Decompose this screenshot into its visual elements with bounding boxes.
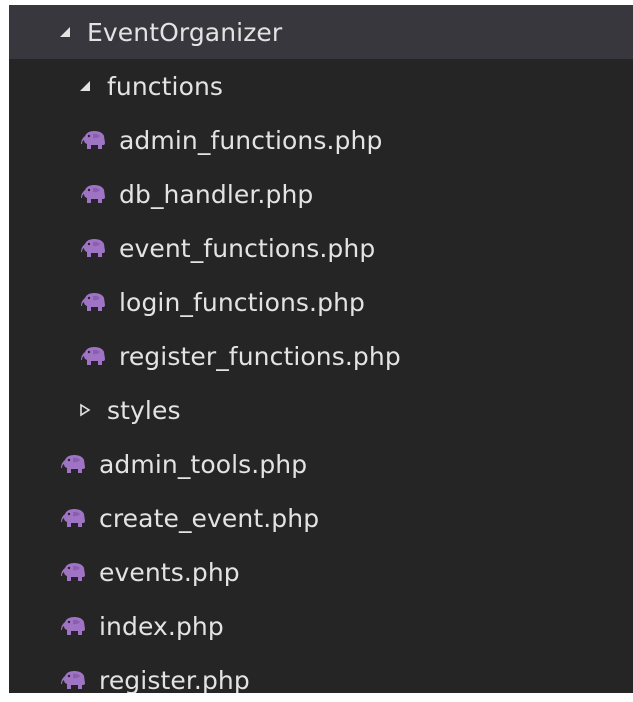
file-label: admin_tools.php	[99, 449, 308, 479]
tree-folder-styles[interactable]: styles	[9, 383, 633, 437]
tree-file-admin-tools[interactable]: admin_tools.php	[9, 437, 633, 491]
php-elephant-icon	[81, 292, 107, 312]
tree-file-events[interactable]: events.php	[9, 545, 633, 599]
php-elephant-icon	[61, 670, 87, 690]
tree-root-eventorganizer[interactable]: EventOrganizer	[9, 5, 633, 59]
php-elephant-icon	[61, 454, 87, 474]
php-elephant-icon	[61, 616, 87, 636]
tree-file-login-functions[interactable]: login_functions.php	[9, 275, 633, 329]
php-elephant-icon	[81, 346, 107, 366]
file-label: admin_functions.php	[119, 125, 383, 155]
file-label: events.php	[99, 557, 240, 587]
folder-label: functions	[107, 71, 224, 101]
expanded-triangle-icon[interactable]	[75, 76, 95, 96]
file-label: db_handler.php	[119, 179, 314, 209]
file-label: create_event.php	[99, 503, 320, 533]
tree-file-register-functions[interactable]: register_functions.php	[9, 329, 633, 383]
collapsed-triangle-icon[interactable]	[75, 400, 95, 420]
folder-label: EventOrganizer	[87, 17, 283, 47]
php-elephant-icon	[81, 184, 107, 204]
tree-file-register[interactable]: register.php	[9, 653, 633, 693]
expanded-triangle-icon[interactable]	[55, 22, 75, 42]
file-label: index.php	[99, 611, 224, 641]
file-explorer: EventOrganizer functions admin_functions…	[9, 5, 633, 693]
file-label: event_functions.php	[119, 233, 376, 263]
file-label: register_functions.php	[119, 341, 401, 371]
tree-file-db-handler[interactable]: db_handler.php	[9, 167, 633, 221]
folder-label: styles	[107, 395, 181, 425]
php-elephant-icon	[81, 238, 107, 258]
tree-file-event-functions[interactable]: event_functions.php	[9, 221, 633, 275]
file-label: login_functions.php	[119, 287, 365, 317]
tree-file-admin-functions[interactable]: admin_functions.php	[9, 113, 633, 167]
php-elephant-icon	[61, 508, 87, 528]
tree-folder-functions[interactable]: functions	[9, 59, 633, 113]
tree-file-index[interactable]: index.php	[9, 599, 633, 653]
tree-file-create-event[interactable]: create_event.php	[9, 491, 633, 545]
php-elephant-icon	[81, 130, 107, 150]
file-label: register.php	[99, 665, 250, 694]
php-elephant-icon	[61, 562, 87, 582]
